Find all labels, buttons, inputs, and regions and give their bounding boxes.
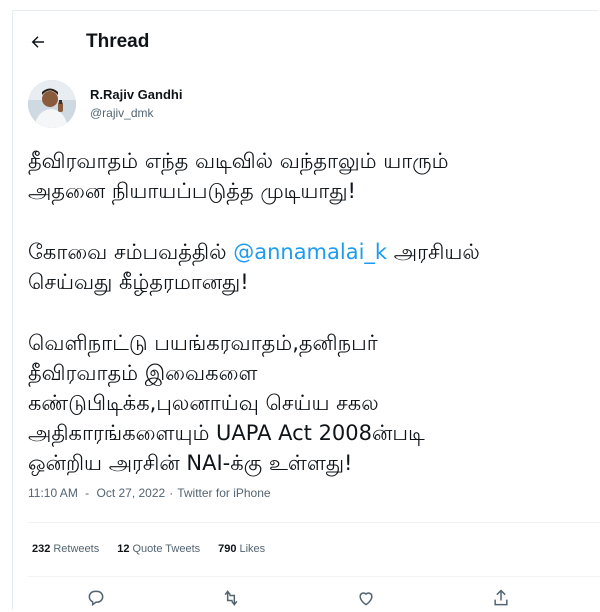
tweet-meta: 11:10 AM - Oct 27, 2022 · Twitter for iPho…	[28, 486, 271, 500]
retweet-icon	[224, 590, 237, 606]
quotes-label: Quote Tweets	[132, 543, 201, 555]
retweets-count: 232	[32, 543, 51, 555]
tweet-line: செய்வது கீழ்தரமானது!	[28, 270, 249, 294]
retweets-stat[interactable]: 232 Retweets	[32, 543, 99, 555]
avatar[interactable]	[28, 80, 76, 128]
tweet-actions	[28, 588, 568, 612]
reply-button[interactable]	[84, 588, 108, 612]
tweet-line: கண்டுபிடிக்க,புலனாய்வு செய்ய சகல	[28, 391, 379, 415]
tweet-line: அதிகாரங்களையும் UAPA Act 2008ன்படி	[28, 421, 425, 445]
divider	[28, 576, 600, 577]
likes-label: Likes	[239, 543, 266, 555]
like-icon	[358, 592, 373, 606]
author-handle[interactable]: @rajiv_dmk	[90, 104, 182, 122]
tweet-paragraph: தீவிரவாதம் எந்த வடிவில் வந்தாலும் யாரும்…	[28, 146, 588, 206]
page-title: Thread	[86, 31, 150, 52]
tweet-stats: 232 Retweets 12 Quote Tweets 790 Likes	[32, 543, 283, 555]
share-icon	[493, 589, 508, 606]
tweet-paragraph: கோவை சம்பவத்தில் @annamalai_k அரசியல் செ…	[28, 237, 588, 297]
tweet-text: தீவிரவாதம் எந்த வடிவில் வந்தாலும் யாரும்…	[28, 146, 588, 478]
retweet-button[interactable]	[219, 588, 243, 612]
share-button[interactable]	[489, 588, 513, 612]
tweet-line: கோவை சம்பவத்தில் @annamalai_k அரசியல்	[28, 237, 588, 267]
likes-count: 790	[218, 543, 237, 555]
tweet-paragraph: வெளிநாட்டு பயங்கரவாதம்,தனிநபர் தீவிரவாதம…	[28, 328, 588, 478]
tweet-source[interactable]: Twitter for iPhone	[177, 486, 270, 500]
retweets-label: Retweets	[53, 543, 100, 555]
divider	[28, 522, 600, 523]
quotes-count: 12	[117, 543, 130, 555]
line-text: அரசியல்	[387, 240, 480, 264]
likes-stat[interactable]: 790 Likes	[218, 543, 265, 555]
line-text: கோவை சம்பவத்தில்	[28, 240, 234, 264]
author-name[interactable]: R.Rajiv Gandhi	[90, 86, 182, 104]
tweet-line: ஒன்றிய அரசின் NAI-க்கு உள்ளது!	[28, 451, 353, 475]
reply-icon	[88, 590, 103, 607]
tweet-date[interactable]: Oct 27, 2022	[96, 486, 165, 500]
tweet-line: தீவிரவாதம் எந்த வடிவில் வந்தாலும் யாரும்	[28, 149, 449, 173]
tweet-time[interactable]: 11:10 AM	[28, 486, 78, 500]
tweet-author: R.Rajiv Gandhi @rajiv_dmk	[28, 80, 182, 128]
mention-link[interactable]: @annamalai_k	[233, 240, 387, 264]
tweet-line: வெளிநாட்டு பயங்கரவாதம்,தனிநபர்	[28, 331, 378, 355]
tweet-line: அதனை நியாயப்படுத்த முடியாது!	[28, 179, 356, 203]
quotes-stat[interactable]: 12 Quote Tweets	[117, 543, 200, 555]
back-arrow-icon	[31, 36, 44, 48]
back-button[interactable]	[20, 24, 56, 60]
meta-separator: ·	[169, 486, 174, 500]
like-button[interactable]	[354, 588, 378, 612]
tweet-line: தீவிரவாதம் இவைகளை	[28, 361, 258, 385]
avatar-image	[28, 80, 76, 128]
thread-header: Thread	[12, 18, 572, 66]
